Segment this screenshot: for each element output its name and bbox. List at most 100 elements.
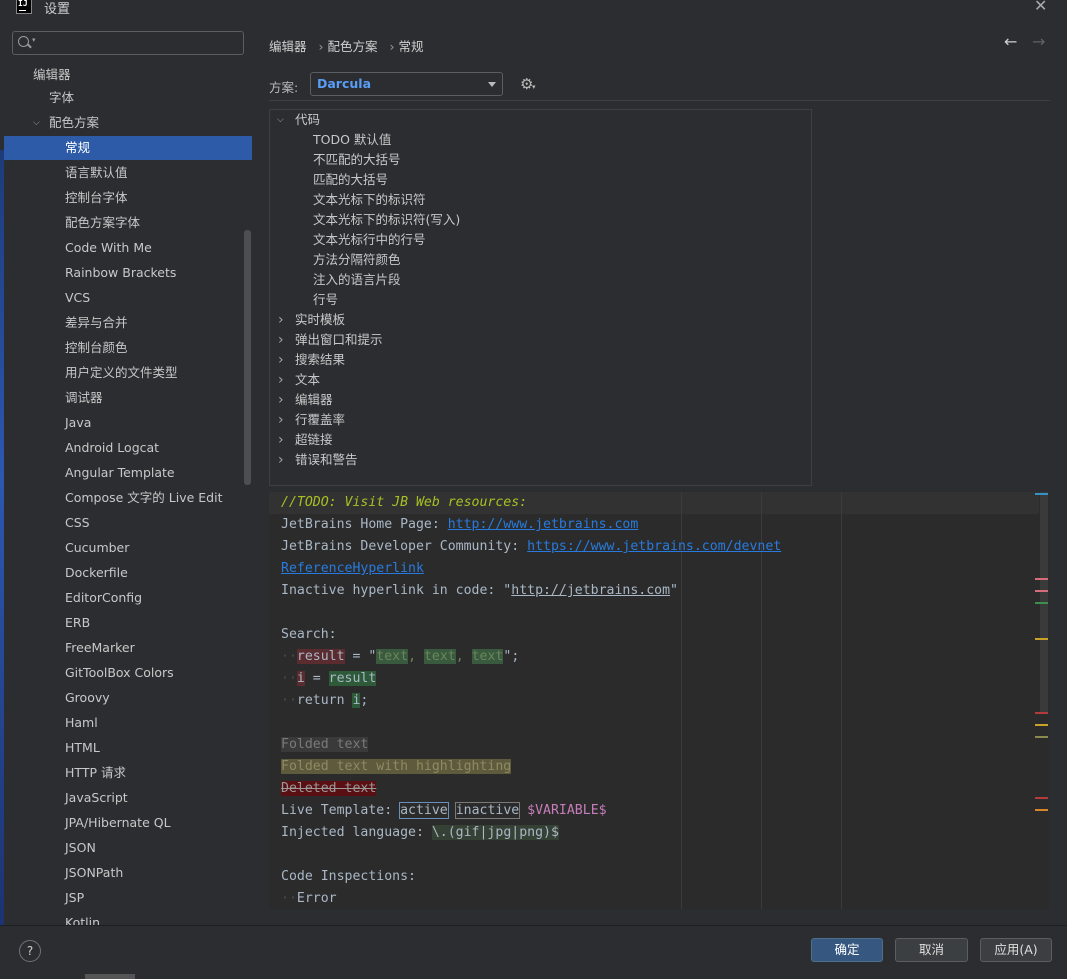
folded-text-highlighted[interactable]: Folded text with highlighting — [281, 759, 512, 774]
marker-stripe[interactable] — [1035, 578, 1048, 580]
sidebar-item[interactable]: 差异与合并 — [4, 311, 252, 335]
preview-editor[interactable]: //TODO: Visit JB Web resources: JetBrain… — [269, 492, 1049, 909]
sidebar-item[interactable]: Angular Template — [4, 461, 252, 485]
sidebar-item[interactable]: 语言默认值 — [4, 161, 252, 185]
result-identifier-read: result — [328, 671, 377, 686]
marker-stripe[interactable] — [1035, 712, 1048, 714]
color-category-tree: ⌵ 代码 TODO 默认值 不匹配的大括号 匹配的大括号 文本光标下的标识符 文本光标下的标… — [269, 109, 812, 486]
sidebar-item[interactable]: Dockerfile — [4, 561, 252, 585]
sidebar-item[interactable]: Compose 文字的 Live Edit — [4, 486, 252, 510]
chevron-right-icon[interactable]: › — [278, 330, 284, 350]
tree-item-label: 实时模板 — [295, 312, 346, 327]
search-options-chevron-icon[interactable]: ▾ — [32, 36, 36, 44]
apply-button[interactable]: 应用(A) — [980, 938, 1052, 962]
chevron-right-icon[interactable]: › — [278, 390, 284, 410]
tree-item-label: 方法分隔符颜色 — [313, 252, 401, 267]
devnet-url-link[interactable]: https://www.jetbrains.com/devnet — [527, 539, 781, 554]
sidebar-item[interactable]: Rainbow Brackets — [4, 261, 252, 285]
breadcrumb-item-editor[interactable]: 编辑器 — [269, 39, 307, 54]
sidebar-item[interactable]: HTTP 请求 — [4, 761, 252, 785]
sidebar-item[interactable]: Kotlin — [4, 911, 252, 925]
indent-guide — [841, 492, 842, 909]
sidebar-item[interactable]: Cucumber — [4, 536, 252, 560]
marker-stripe[interactable] — [1035, 724, 1048, 726]
sidebar-item[interactable]: Haml — [4, 711, 252, 735]
close-icon[interactable]: ✕ — [1034, 0, 1047, 15]
sidebar-item-label: ERB — [65, 615, 91, 630]
help-button[interactable]: ? — [19, 940, 41, 962]
reference-hyperlink[interactable]: ReferenceHyperlink — [281, 561, 424, 576]
sidebar-item[interactable]: 用户定义的文件类型 — [4, 361, 252, 385]
template-variable: $VARIABLE$ — [527, 803, 607, 818]
scheme-label: 方案: — [269, 80, 299, 95]
chevron-right-icon[interactable]: › — [278, 350, 284, 370]
scheme-actions-button[interactable]: ⚙ ▾ — [518, 74, 538, 94]
sidebar-item[interactable]: CSS — [4, 511, 252, 535]
sidebar-item[interactable]: ⌵ 配色方案 — [4, 111, 252, 135]
home-url-link[interactable]: http://www.jetbrains.com — [448, 517, 639, 532]
sidebar-item[interactable]: Code With Me — [4, 236, 252, 260]
chevron-right-icon[interactable]: › — [278, 450, 284, 470]
sidebar-item[interactable]: JSP — [4, 886, 252, 910]
marker-stripe[interactable] — [1035, 638, 1048, 640]
marker-stripe[interactable] — [1035, 809, 1048, 811]
sidebar-item[interactable]: JavaScript — [4, 786, 252, 810]
sidebar-item[interactable]: 控制台字体 — [4, 186, 252, 210]
sidebar-item[interactable]: GitToolBox Colors — [4, 661, 252, 685]
whitespace-dots: ·· — [281, 649, 297, 664]
sidebar-item[interactable]: JPA/Hibernate QL — [4, 811, 252, 835]
scheme-dropdown[interactable]: Darcula — [310, 72, 503, 96]
sidebar-item[interactable]: JSON — [4, 836, 252, 860]
marker-stripe[interactable] — [1035, 736, 1048, 738]
chevron-right-icon[interactable]: › — [278, 370, 284, 390]
chevron-down-icon — [488, 82, 496, 87]
sidebar-item[interactable]: 配色方案字体 — [4, 211, 252, 235]
search-result-text: text — [423, 649, 456, 664]
sidebar-item-label: JSONPath — [65, 865, 124, 880]
sidebar-item[interactable]: FreeMarker — [4, 636, 252, 660]
sidebar-item-label: Haml — [65, 715, 98, 730]
chevron-down-icon[interactable]: ⌵ — [33, 111, 40, 135]
tree-item-label: 匹配的大括号 — [313, 172, 389, 187]
marker-stripe[interactable] — [1035, 797, 1048, 799]
chevron-right-icon[interactable]: › — [278, 310, 284, 330]
sidebar-item[interactable]: HTML — [4, 736, 252, 760]
sidebar-item[interactable]: EditorConfig — [4, 586, 252, 610]
back-arrow-icon[interactable]: ← — [1004, 32, 1017, 51]
sidebar-item[interactable]: Java — [4, 411, 252, 435]
sidebar-item[interactable]: ERB — [4, 611, 252, 635]
sidebar-item[interactable]: 字体 — [4, 86, 252, 110]
chevron-down-icon[interactable]: ⌵ — [277, 110, 284, 130]
sidebar-item[interactable]: 控制台颜色 — [4, 336, 252, 360]
sidebar-scrollbar[interactable] — [244, 230, 251, 485]
marker-stripe[interactable] — [1035, 493, 1048, 495]
sidebar-item[interactable]: 编辑器 — [4, 63, 252, 87]
sidebar-item[interactable]: JSONPath — [4, 861, 252, 885]
search-input[interactable]: ▾ — [12, 31, 244, 55]
taskbar-fragment — [85, 974, 135, 979]
sidebar-item[interactable]: Groovy — [4, 686, 252, 710]
sidebar-item-label: 调试器 — [65, 390, 103, 405]
tree-item-label: 文本光标下的标识符(写入) — [313, 212, 461, 227]
tree-item-label: 文本光标行中的行号 — [313, 232, 426, 247]
marker-stripe[interactable] — [1035, 590, 1048, 592]
marker-stripe[interactable] — [1035, 602, 1048, 604]
ok-button[interactable]: 确定 — [811, 938, 883, 962]
assign: = — [304, 671, 329, 686]
code-line-inactive: Inactive hyperlink in code: "http://jetb… — [281, 580, 678, 602]
sidebar-item[interactable]: Android Logcat — [4, 436, 252, 460]
sidebar-item[interactable]: 常规 — [4, 136, 252, 160]
chevron-right-icon[interactable]: › — [278, 430, 284, 450]
cancel-button[interactable]: 取消 — [895, 938, 968, 962]
sidebar-item-label: Rainbow Brackets — [65, 265, 177, 280]
breadcrumb-item-color-scheme[interactable]: 配色方案 — [328, 39, 378, 54]
sidebar-item-label: GitToolBox Colors — [65, 665, 174, 680]
app-logo-icon: IJ — [16, 0, 32, 14]
breadcrumb: 编辑器 › 配色方案 › 常规 — [269, 36, 428, 55]
todo-comment: //TODO: Visit JB Web resources: — [281, 495, 528, 510]
folded-text[interactable]: Folded text — [281, 737, 369, 752]
chevron-right-icon[interactable]: › — [278, 410, 284, 430]
sidebar-item[interactable]: VCS — [4, 286, 252, 310]
sidebar-item[interactable]: 调试器 — [4, 386, 252, 410]
